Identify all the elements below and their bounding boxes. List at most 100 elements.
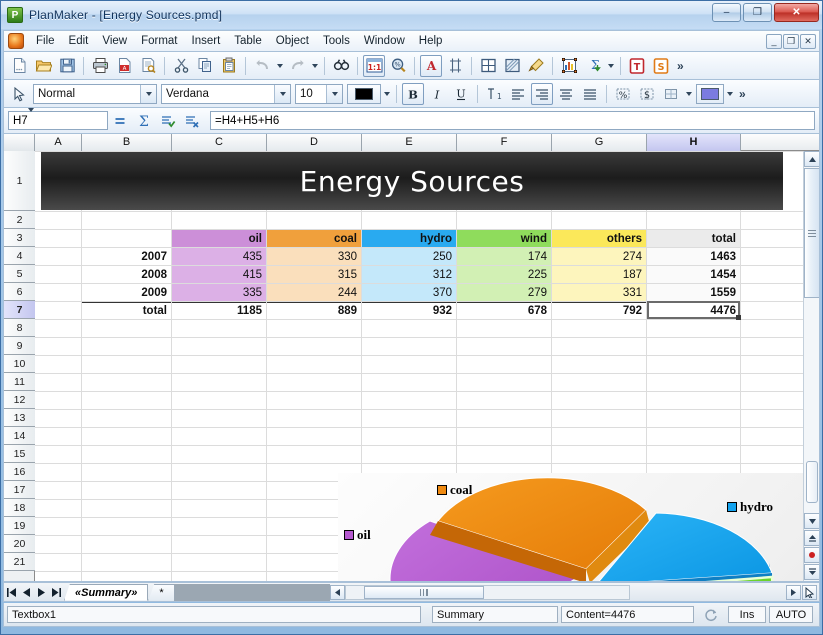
currency-format-icon[interactable]: $ <box>636 83 658 105</box>
row-header-14[interactable]: 14 <box>4 427 35 445</box>
row-header-17[interactable]: 17 <box>4 481 35 499</box>
new-document-icon[interactable] <box>8 55 30 77</box>
sum-sigma-icon[interactable]: Σ <box>133 110 155 132</box>
mdi-restore-button[interactable]: ❐ <box>783 34 799 49</box>
next-page-button[interactable] <box>804 564 820 580</box>
table-header-hydro[interactable]: hydro <box>362 230 456 247</box>
maximize-button[interactable]: ❐ <box>743 3 772 22</box>
horizontal-scroll-thumb[interactable] <box>364 586 484 599</box>
pie-chart-object[interactable]: oil coal hydro wind others <box>338 473 816 581</box>
name-box-dropdown-icon[interactable] <box>28 112 34 129</box>
row-header-10[interactable]: 10 <box>4 355 35 373</box>
row-header-5[interactable]: 5 <box>4 265 35 283</box>
table-header-total[interactable]: total <box>647 230 740 247</box>
scroll-right-icon[interactable] <box>786 585 801 600</box>
paste-icon[interactable] <box>218 55 240 77</box>
paragraph-format-icon[interactable] <box>444 55 466 77</box>
underline-button[interactable]: U <box>450 83 472 105</box>
borders-dropdown[interactable] <box>683 84 694 104</box>
font-color-button[interactable] <box>347 84 381 104</box>
redo-dropdown[interactable] <box>309 56 320 76</box>
print-preview-icon[interactable] <box>137 55 159 77</box>
row-header-11[interactable]: 11 <box>4 373 35 391</box>
grand-total-cell[interactable]: 4476 <box>647 302 740 319</box>
first-sheet-icon[interactable] <box>4 584 19 600</box>
close-button[interactable]: ✕ <box>774 3 819 22</box>
column-header-f[interactable]: F <box>457 134 552 151</box>
align-justify-icon[interactable] <box>579 83 601 105</box>
menu-item-view[interactable]: View <box>95 32 134 50</box>
row-header-8[interactable]: 8 <box>4 319 35 337</box>
zoom-icon[interactable]: % <box>387 55 409 77</box>
presentations-icon[interactable]: S <box>650 55 672 77</box>
row-header-20[interactable]: 20 <box>4 535 35 553</box>
chevron-down-icon[interactable] <box>274 85 290 103</box>
data-cell[interactable]: 315 <box>267 266 361 283</box>
sheet-tab-summary[interactable]: «Summary» <box>64 584 148 601</box>
legend-item-oil[interactable]: oil <box>344 527 371 543</box>
select-all-corner[interactable] <box>4 134 35 151</box>
highlight-color-dropdown[interactable] <box>724 84 735 104</box>
shading-icon[interactable] <box>501 55 523 77</box>
refresh-icon[interactable] <box>697 606 725 623</box>
undo-icon[interactable] <box>251 55 273 77</box>
total-cell[interactable]: 889 <box>267 302 361 319</box>
total-cell[interactable]: 678 <box>457 302 551 319</box>
table-header-others[interactable]: others <box>552 230 646 247</box>
object-name-field[interactable]: Textbox1 <box>7 606 421 623</box>
previous-page-button[interactable] <box>804 530 820 546</box>
row-header-19[interactable]: 19 <box>4 517 35 535</box>
menu-item-help[interactable]: Help <box>412 32 450 50</box>
legend-item-coal[interactable]: coal <box>437 482 472 498</box>
horizontal-scrollbar[interactable] <box>330 584 630 601</box>
column-header-b[interactable]: B <box>82 134 172 151</box>
sheet-tab-new[interactable]: * <box>148 584 174 601</box>
accept-formula-icon[interactable] <box>157 110 179 132</box>
row-header-21[interactable]: 21 <box>4 553 35 571</box>
zoom-100-icon[interactable]: 1:1 <box>363 55 385 77</box>
data-cell[interactable]: 312 <box>362 266 456 283</box>
font-size-combo[interactable]: 10 <box>295 84 343 104</box>
toolbar-overflow-button[interactable]: » <box>677 59 684 73</box>
scroll-left-icon[interactable] <box>330 585 345 600</box>
bold-button[interactable]: B <box>402 83 424 105</box>
export-pdf-icon[interactable]: A <box>113 55 135 77</box>
menu-item-format[interactable]: Format <box>134 32 184 50</box>
italic-button[interactable]: I <box>426 83 448 105</box>
chevron-down-icon[interactable] <box>326 85 342 103</box>
row-header-7[interactable]: 7 <box>4 301 35 319</box>
mdi-minimize-button[interactable]: _ <box>766 34 782 49</box>
row-header-3[interactable]: 3 <box>4 229 35 247</box>
data-cell[interactable]: 174 <box>457 248 551 265</box>
total-cell[interactable]: 932 <box>362 302 456 319</box>
column-header-d[interactable]: D <box>267 134 362 151</box>
data-cell[interactable]: 415 <box>172 266 266 283</box>
cancel-formula-icon[interactable] <box>181 110 203 132</box>
row-label-2008[interactable]: 2008 <box>82 266 171 283</box>
data-cell[interactable]: 250 <box>362 248 456 265</box>
column-header-g[interactable]: G <box>552 134 647 151</box>
data-cell[interactable]: 335 <box>172 284 266 301</box>
data-cell[interactable]: 187 <box>552 266 646 283</box>
menu-item-file[interactable]: File <box>29 32 62 50</box>
table-header-oil[interactable]: oil <box>172 230 266 247</box>
undo-dropdown[interactable] <box>274 56 285 76</box>
row-header-4[interactable]: 4 <box>4 247 35 265</box>
browse-object-button[interactable] <box>804 547 820 563</box>
row-header-16[interactable]: 16 <box>4 463 35 481</box>
autosum-dropdown[interactable] <box>605 56 616 76</box>
formula-input[interactable]: =H4+H5+H6 <box>210 111 815 130</box>
table-header-coal[interactable]: coal <box>267 230 361 247</box>
autosum-icon[interactable]: Σ <box>582 55 604 77</box>
character-format-icon[interactable]: A <box>420 55 442 77</box>
mdi-close-button[interactable]: ✕ <box>800 34 816 49</box>
data-cell[interactable]: 274 <box>552 248 646 265</box>
menu-item-edit[interactable]: Edit <box>62 32 96 50</box>
data-cell[interactable]: 279 <box>457 284 551 301</box>
scroll-down-button[interactable] <box>804 513 820 529</box>
row-total-cell[interactable]: 1463 <box>647 248 740 265</box>
table-header-wind[interactable]: wind <box>457 230 551 247</box>
chevron-down-icon[interactable] <box>140 85 156 103</box>
horizontal-scroll-track[interactable] <box>345 585 630 600</box>
row-header-6[interactable]: 6 <box>4 283 35 301</box>
